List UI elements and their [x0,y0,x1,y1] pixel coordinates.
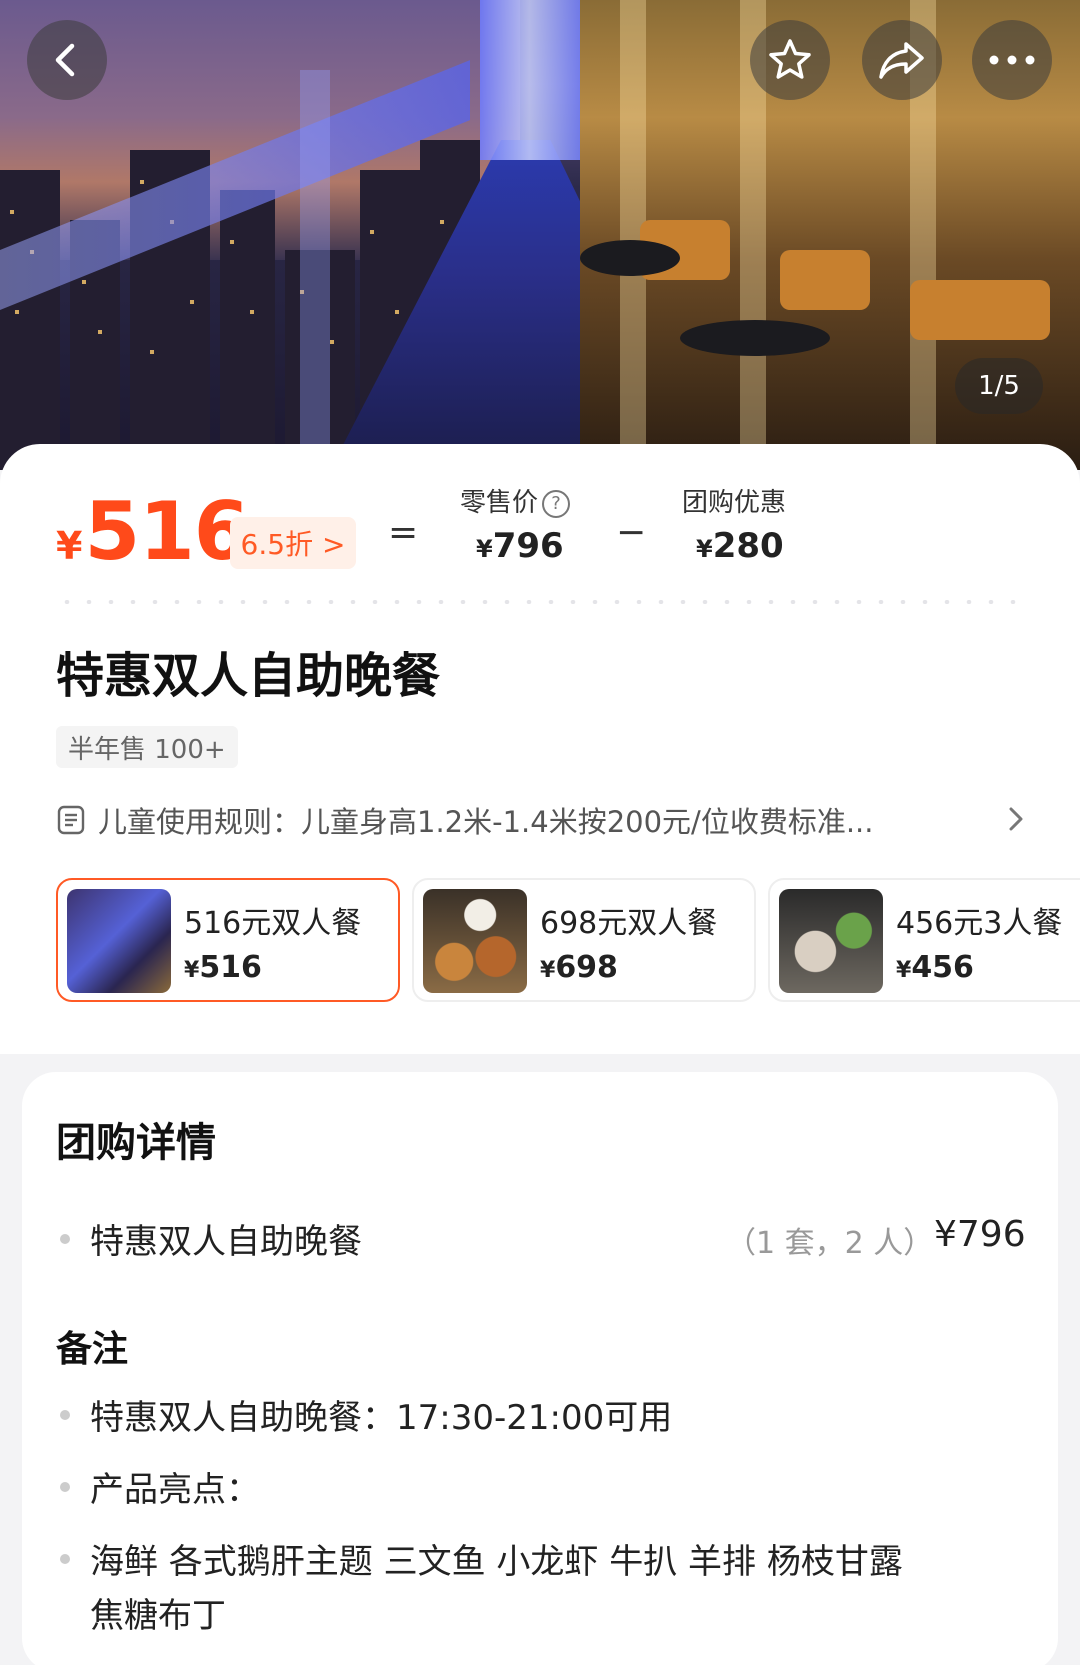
package-price-number: 516 [199,950,262,985]
currency-symbol: ¥ [696,535,713,563]
package-selector: 516元双人餐 ¥516 698元双人餐 ¥698 456元3人餐 ¥456 [56,878,1080,1004]
child-rule-text: 儿童使用规则：儿童身高1.2米-1.4米按200元/位收费标准... [98,805,874,839]
retail-price-label-text: 零售价 [460,488,539,518]
note-item: 特惠双人自助晚餐：17:30-21:00可用 [60,1390,672,1439]
more-dots-icon [989,55,1035,65]
note-item: 海鲜 各式鹅肝主题 三文鱼 小龙虾 牛扒 羊排 杨枝甘露 [60,1534,903,1583]
minus-sign: − [616,512,647,553]
package-name: 698元双人餐 [540,906,718,941]
package-price-number: 698 [555,950,618,985]
package-option[interactable]: 516元双人餐 ¥516 [56,878,400,1002]
bullet-dot [60,1553,70,1564]
group-discount-label: 团购优惠 [682,488,787,518]
retail-price-value: ¥796 [476,526,564,566]
detail-item-price: ¥796 [934,1214,1026,1255]
detail-item: 特惠双人自助晚餐 [60,1214,362,1263]
currency-symbol: ¥ [476,535,493,563]
detail-item-name: 特惠双人自助晚餐 [90,1222,362,1262]
retail-price-number: 796 [492,526,564,566]
currency-symbol: ¥ [540,958,556,983]
currency-symbol: ¥ [56,524,83,568]
child-rule-row[interactable]: 儿童使用规则：儿童身高1.2米-1.4米按200元/位收费标准... [56,798,1026,842]
current-price-value: 516 [84,485,249,578]
current-price: ¥ 516 [56,485,249,578]
section-title: 团购详情 [56,1120,216,1166]
share-icon [879,42,924,79]
currency-symbol: ¥ [184,958,200,983]
note-item-continued: 焦糖布丁 [90,1588,226,1637]
package-thumbnail [779,889,883,993]
package-name: 516元双人餐 [184,906,362,941]
document-icon [57,805,85,835]
dotted-divider [56,600,1026,604]
group-discount-value: ¥280 [696,526,784,566]
note-text: 特惠双人自助晚餐：17:30-21:00可用 [90,1398,673,1438]
package-option[interactable]: 456元3人餐 ¥456 [768,878,1080,1002]
package-price-number: 456 [911,950,974,985]
package-option[interactable]: 698元双人餐 ¥698 [412,878,756,1002]
star-icon [769,39,811,79]
equals-sign: = [388,512,419,553]
package-thumbnail [423,889,527,993]
package-price: ¥698 [540,950,618,985]
note-item: 产品亮点： [60,1462,260,1511]
chevron-left-icon [55,43,75,77]
hero-image[interactable]: 1/5 [0,0,1080,470]
chevron-right-icon [1009,807,1023,831]
bullet-dot [60,1409,70,1420]
hero-neon-tower [480,0,590,160]
note-text: 焦糖布丁 [90,1596,226,1636]
more-button[interactable] [972,20,1052,100]
package-name: 456元3人餐 [896,906,1063,941]
bullet-dot [60,1481,70,1492]
note-text: 海鲜 各式鹅肝主题 三文鱼 小龙虾 牛扒 羊排 杨枝甘露 [90,1542,903,1582]
retail-price-label[interactable]: 零售价? [460,482,571,519]
sales-badge: 半年售 100+ [56,726,238,768]
package-price: ¥456 [896,950,974,985]
currency-symbol: ¥ [896,958,912,983]
share-button[interactable] [862,20,942,100]
help-icon[interactable]: ? [542,489,571,518]
bullet-dot [60,1233,70,1244]
price-row: ¥ 516 6.5折 > = 零售价? ¥796 − 团购优惠 ¥280 [56,485,1056,580]
favorite-button[interactable] [750,20,830,100]
note-text: 产品亮点： [90,1470,260,1510]
hero-glass-panel [300,70,330,470]
deal-title: 特惠双人自助晚餐 [56,648,441,704]
discount-badge[interactable]: 6.5折 > [230,517,356,569]
image-counter: 1/5 [955,358,1043,414]
group-discount-number: 280 [712,526,784,566]
notes-title: 备注 [56,1329,129,1370]
package-price: ¥516 [184,950,262,985]
package-thumbnail [67,889,171,993]
detail-item-quantity: （1 套，2 人） [726,1226,934,1261]
back-button[interactable] [27,20,107,100]
